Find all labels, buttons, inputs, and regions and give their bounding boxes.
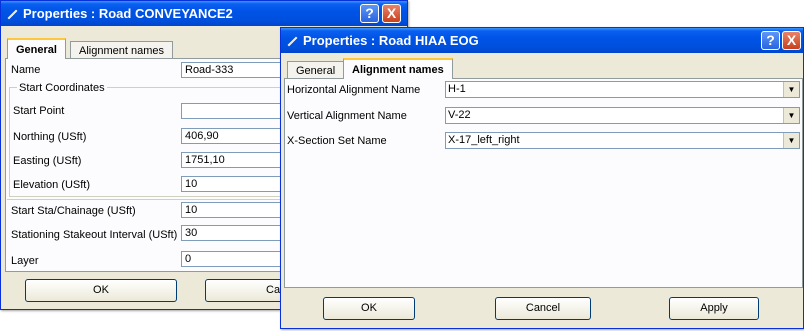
front-window-title: Properties : Road HIAA EOG xyxy=(303,33,479,48)
horizontal-alignment-select[interactable]: H-1 ▼ xyxy=(445,81,800,98)
dropdown-arrow-icon[interactable]: ▼ xyxy=(783,108,799,123)
front-tab-general[interactable]: General xyxy=(287,61,345,79)
dropdown-arrow-icon[interactable]: ▼ xyxy=(783,133,799,148)
xsection-set-value: X-17_left_right xyxy=(448,134,520,146)
dropdown-arrow-icon[interactable]: ▼ xyxy=(783,82,799,97)
front-title-bar[interactable]: Properties : Road HIAA EOG ? X xyxy=(281,28,803,53)
xsection-set-label: X-Section Set Name xyxy=(287,135,387,147)
vertical-alignment-label: Vertical Alignment Name xyxy=(287,110,407,122)
back-tab-alignment-names[interactable]: Alignment names xyxy=(70,41,173,59)
xsection-set-select[interactable]: X-17_left_right ▼ xyxy=(445,132,800,149)
front-cancel-button[interactable]: Cancel xyxy=(495,297,591,320)
easting-label: Easting (USft) xyxy=(13,155,82,167)
back-separator xyxy=(7,199,297,200)
layer-label: Layer xyxy=(11,255,39,267)
back-help-button[interactable]: ? xyxy=(360,4,379,23)
front-properties-window: Properties : Road HIAA EOG ? X General A… xyxy=(280,27,804,329)
horizontal-alignment-value: H-1 xyxy=(448,83,466,95)
start-sta-label: Start Sta/Chainage (USft) xyxy=(11,205,136,217)
elevation-label: Elevation (USft) xyxy=(13,179,91,191)
back-window-title: Properties : Road CONVEYANCE2 xyxy=(23,6,233,21)
back-tab-general[interactable]: General xyxy=(7,38,66,59)
front-ok-button[interactable]: OK xyxy=(323,297,415,320)
start-coordinates-label: Start Coordinates xyxy=(17,82,107,94)
horizontal-alignment-label: Horizontal Alignment Name xyxy=(287,84,421,96)
back-ok-button[interactable]: OK xyxy=(25,279,177,302)
name-label: Name xyxy=(11,64,41,76)
pencil-icon xyxy=(287,36,298,47)
front-tab-alignment-names[interactable]: Alignment names xyxy=(343,58,453,79)
northing-label: Northing (USft) xyxy=(13,131,87,143)
back-close-button[interactable]: X xyxy=(382,4,401,23)
pencil-icon xyxy=(7,9,18,20)
back-title-bar[interactable]: Properties : Road CONVEYANCE2 xyxy=(1,1,407,26)
front-close-button[interactable]: X xyxy=(782,31,801,50)
vertical-alignment-value: V-22 xyxy=(448,109,471,121)
vertical-alignment-select[interactable]: V-22 ▼ xyxy=(445,107,800,124)
start-point-label: Start Point xyxy=(13,105,65,117)
stakeout-interval-label: Stationing Stakeout Interval (USft) xyxy=(11,229,178,241)
front-apply-button[interactable]: Apply xyxy=(669,297,759,320)
front-help-button[interactable]: ? xyxy=(761,31,780,50)
